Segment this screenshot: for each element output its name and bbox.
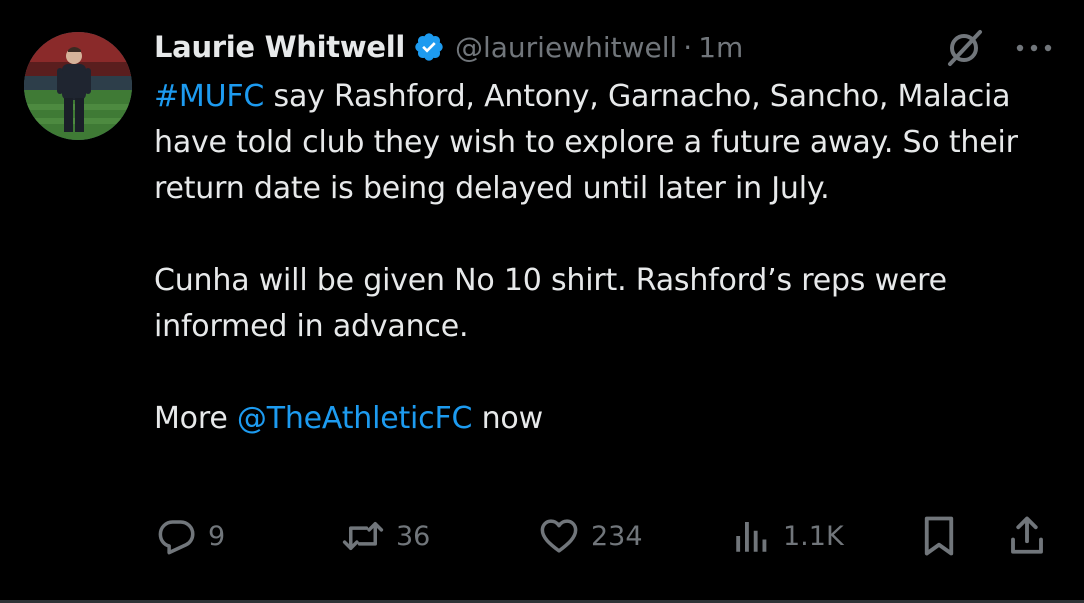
author-handle[interactable]: @lauriewhitwell — [455, 31, 677, 64]
more-icon[interactable] — [1012, 36, 1056, 60]
views-icon — [731, 515, 773, 557]
mention-link[interactable]: @TheAthleticFC — [237, 401, 473, 436]
grok-icon[interactable] — [944, 28, 984, 68]
tweet-card[interactable]: Laurie Whitwell @lauriewhitwell · 1m #MU… — [0, 0, 1084, 603]
reply-button[interactable]: 9 — [156, 508, 225, 564]
tweet-header: Laurie Whitwell @lauriewhitwell · 1m — [154, 26, 743, 68]
views-button[interactable]: 1.1K — [731, 508, 844, 564]
tweet-paragraph-1: #MUFC say Rashford, Antony, Garnacho, Sa… — [154, 74, 1069, 212]
share-button[interactable] — [1006, 508, 1048, 564]
bookmark-button[interactable] — [918, 508, 960, 564]
tweet-paragraph-2: Cunha will be given No 10 shirt. Rashfor… — [154, 263, 947, 344]
reply-count: 9 — [208, 520, 226, 552]
views-count: 1.1K — [783, 520, 844, 552]
tweet-text: #MUFC say Rashford, Antony, Garnacho, Sa… — [154, 74, 1069, 442]
paragraph-3-prefix: More — [154, 401, 237, 436]
timestamp[interactable]: 1m — [698, 31, 743, 64]
like-count: 234 — [591, 520, 643, 552]
heart-icon — [537, 515, 581, 557]
paragraph-1-text: say Rashford, Antony, Garnacho, Sancho, … — [154, 79, 1018, 206]
reply-icon — [156, 515, 198, 557]
like-button[interactable]: 234 — [537, 508, 643, 564]
bookmark-icon — [918, 513, 960, 559]
avatar[interactable] — [24, 32, 132, 140]
repost-button[interactable]: 36 — [340, 508, 430, 564]
display-name[interactable]: Laurie Whitwell — [154, 30, 405, 64]
repost-count: 36 — [396, 520, 431, 552]
repost-icon — [340, 515, 386, 557]
paragraph-3-suffix: now — [472, 401, 544, 436]
hashtag-link[interactable]: #MUFC — [154, 79, 264, 114]
share-icon — [1006, 513, 1048, 559]
separator-dot: · — [683, 30, 693, 64]
verified-badge-icon[interactable] — [413, 31, 445, 63]
tweet-paragraph-3: More @TheAthleticFC now — [154, 396, 1069, 442]
action-bar: 9 36 234 1.1K — [154, 508, 1064, 564]
